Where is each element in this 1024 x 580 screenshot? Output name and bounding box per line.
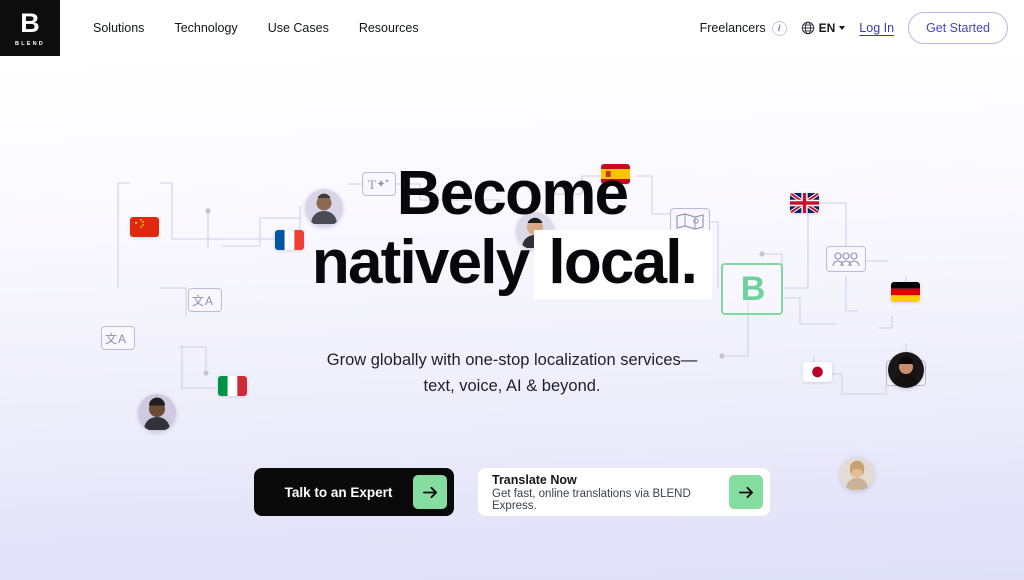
translate-now-texts: Translate Now Get fast, online translati… — [492, 473, 729, 512]
translate-now-title: Translate Now — [492, 472, 577, 487]
france-flag-node — [275, 230, 304, 250]
translate-icon-node-2: 文 A — [101, 326, 135, 350]
header-actions: Freelancers i EN Log In Get Started — [700, 12, 1008, 44]
translate-now-card[interactable]: Translate Now Get fast, online translati… — [478, 468, 770, 516]
china-flag-node — [130, 217, 159, 237]
svg-text:T: T — [368, 177, 376, 192]
nav-item-use-cases[interactable]: Use Cases — [268, 21, 329, 35]
map-icon — [670, 208, 710, 234]
main-nav: Solutions Technology Use Cases Resources — [93, 21, 419, 35]
chevron-down-icon — [839, 26, 846, 30]
germany-flag — [891, 282, 920, 302]
freelancers-link[interactable]: Freelancers i — [699, 20, 787, 36]
cta-row: Talk to an Expert Translate Now Get fast… — [0, 468, 1024, 516]
talk-to-expert-label: Talk to an Expert — [284, 484, 393, 500]
arrow-right-icon[interactable] — [729, 475, 763, 509]
avatar-3 — [138, 394, 176, 432]
translate-icon: 文 A — [188, 288, 222, 312]
info-icon[interactable]: i — [771, 20, 787, 36]
logo-wordmark: BLEND — [15, 40, 45, 47]
people-group-icon-node — [826, 246, 866, 272]
svg-text:A: A — [205, 294, 213, 308]
avatar-4 — [888, 352, 924, 388]
nav-item-resources[interactable]: Resources — [359, 21, 419, 35]
china-flag — [130, 217, 159, 237]
italy-flag — [218, 376, 247, 396]
uk-flag-node — [790, 193, 819, 213]
translate-icon-node-1: 文 A — [188, 288, 222, 312]
svg-text:文: 文 — [192, 293, 204, 308]
spain-flag — [601, 164, 630, 184]
ai-text-icon: T — [362, 172, 396, 196]
nav-item-technology[interactable]: Technology — [174, 21, 237, 35]
language-code: EN — [818, 21, 836, 35]
language-selector[interactable]: EN — [801, 21, 846, 35]
translate-now-subtitle: Get fast, online translations via BLEND … — [492, 487, 691, 512]
talk-to-expert-button[interactable]: Talk to an Expert — [254, 468, 454, 516]
blend-logo[interactable]: B BLEND — [0, 0, 60, 56]
globe-icon — [801, 21, 814, 35]
login-link[interactable]: Log In — [859, 21, 894, 35]
japan-flag — [803, 362, 832, 382]
get-started-button[interactable]: Get Started — [908, 12, 1008, 44]
germany-flag-node — [891, 282, 920, 302]
logo-letter: B — [20, 7, 40, 38]
italy-flag-node — [218, 376, 247, 396]
map-icon-node — [670, 208, 710, 234]
svg-text:A: A — [118, 332, 126, 346]
ai-text-icon-node: T — [362, 172, 396, 196]
uk-flag — [790, 193, 819, 213]
nav-item-solutions[interactable]: Solutions — [93, 21, 144, 35]
blend-mark-icon: B — [721, 263, 783, 315]
blend-mark-letter: B — [740, 270, 766, 308]
japan-flag-node — [803, 362, 832, 382]
people-group-icon — [826, 246, 866, 272]
spain-flag-node — [601, 164, 630, 184]
hero-section: 文 A 文 A T B Become natively local. Grow … — [0, 56, 1024, 580]
svg-text:文: 文 — [105, 331, 117, 346]
france-flag — [275, 230, 304, 250]
translate-icon: 文 A — [101, 326, 135, 350]
avatar-2 — [516, 212, 554, 250]
site-header: B BLEND Solutions Technology Use Cases R… — [0, 0, 1024, 56]
avatar-1 — [305, 189, 343, 227]
arrow-right-icon[interactable] — [413, 475, 447, 509]
freelancers-label: Freelancers — [699, 21, 766, 35]
